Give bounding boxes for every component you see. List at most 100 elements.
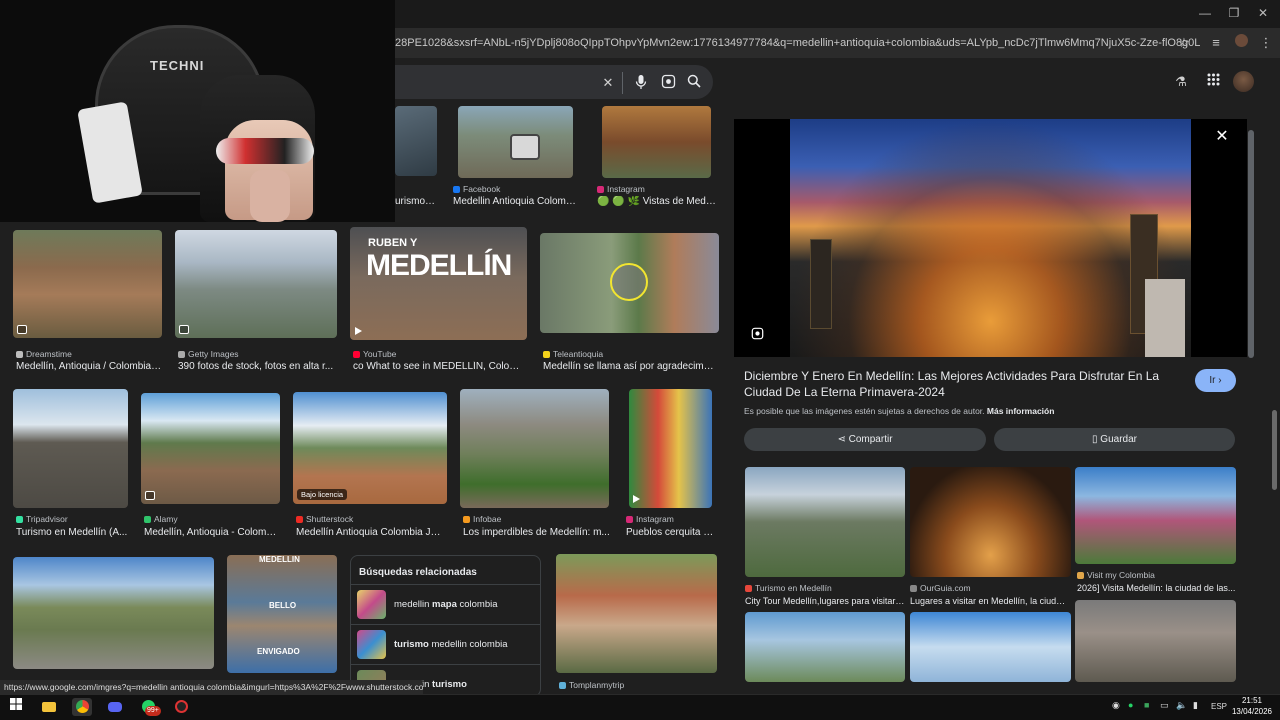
result-image[interactable]	[13, 389, 128, 508]
divider	[622, 72, 623, 94]
close-window-button[interactable]: ✕	[1248, 4, 1278, 22]
lens-icon[interactable]	[748, 327, 766, 345]
mic-icon[interactable]	[632, 74, 650, 92]
result-title[interactable]: Medellín, Antioquia / Colombia ...	[16, 361, 162, 372]
result-image[interactable]	[395, 106, 437, 176]
related-thumb	[357, 590, 386, 619]
apps-icon[interactable]	[1204, 73, 1222, 91]
minimize-button[interactable]: —	[1190, 4, 1220, 22]
result-image[interactable]	[460, 389, 609, 508]
share-button[interactable]: ⋖ Compartir	[744, 428, 986, 451]
site-icon	[1077, 572, 1084, 579]
result-title[interactable]: 390 fotos de stock, fotos en alta r...	[178, 361, 334, 372]
save-button[interactable]: ▯ Guardar	[994, 428, 1235, 451]
close-icon[interactable]: ✕	[1212, 127, 1232, 147]
related-image[interactable]	[910, 467, 1071, 577]
language-indicator[interactable]: ESP	[1211, 702, 1227, 711]
share-icon: ⋖	[837, 434, 849, 445]
search-icon[interactable]	[685, 74, 703, 92]
result-image[interactable]: Bajo licencia	[293, 392, 447, 504]
clock-date: 13/04/2026	[1231, 707, 1273, 716]
related-image[interactable]	[745, 612, 905, 682]
chrome-icon[interactable]	[72, 698, 92, 716]
result-title[interactable]: Pueblos cerquita a...	[626, 527, 714, 538]
related-image[interactable]	[1075, 600, 1236, 682]
result-image[interactable]	[602, 106, 711, 178]
tray-volume-icon[interactable]: 🔈	[1176, 700, 1187, 711]
lens-icon[interactable]	[659, 74, 677, 92]
related-item[interactable]: turismo medellin colombia	[351, 624, 540, 664]
result-title[interactable]: Los imperdibles de Medellín: m...	[463, 527, 611, 538]
notification-badge: 99+	[145, 706, 161, 716]
related-title[interactable]: 2026] Visita Medellín: la ciudad de las.…	[1077, 583, 1237, 593]
result-image[interactable]	[556, 554, 717, 673]
chair-logo-text: TECHNI	[150, 58, 205, 73]
related-image[interactable]	[910, 612, 1071, 682]
account-avatar[interactable]	[1233, 71, 1254, 92]
related-label: turismo medellin colombia	[394, 639, 508, 650]
menu-kebab-icon[interactable]: ⋮	[1256, 33, 1276, 53]
result-image[interactable]	[540, 233, 719, 333]
sunglasses	[216, 138, 314, 164]
related-image[interactable]	[1075, 467, 1236, 564]
result-image[interactable]: RUBEN Y MEDELLÍN	[350, 227, 527, 340]
app-icon[interactable]	[171, 698, 191, 716]
result-image[interactable]	[458, 106, 573, 178]
related-item[interactable]: medellin mapa colombia	[351, 584, 540, 624]
result-image[interactable]: MEDELLIN BELLO ENVIGADO	[227, 555, 337, 673]
media-icon[interactable]: ≡	[1206, 33, 1226, 53]
site-icon	[910, 585, 917, 592]
result-title[interactable]: 🟢 🟢 🌿 Vistas de Medell...	[597, 196, 717, 207]
address-bar[interactable]: 28PE1028&sxsrf=ANbL-n5jYDplj808oQIppTOhp…	[395, 31, 1200, 55]
profile-avatar[interactable]	[1231, 33, 1251, 53]
page-scrollbar[interactable]	[1272, 410, 1277, 490]
related-searches: Búsquedas relacionadas medellin mapa col…	[350, 555, 541, 697]
tray-network-icon[interactable]: ▭	[1160, 700, 1169, 711]
tray-nvidia-icon[interactable]: ■	[1144, 700, 1149, 710]
video-overlay-title: MEDELLÍN	[366, 249, 512, 282]
shutterstock-icon	[296, 516, 303, 523]
result-title[interactable]: urismo -...	[395, 196, 437, 207]
related-label: medellin mapa colombia	[394, 599, 498, 610]
tray-whatsapp-icon[interactable]: ●	[1128, 700, 1133, 710]
discord-icon[interactable]	[105, 698, 125, 716]
result-image[interactable]	[13, 557, 214, 669]
result-image[interactable]	[629, 389, 712, 508]
more-info-link[interactable]: Más información	[987, 406, 1055, 416]
result-image[interactable]	[141, 393, 280, 504]
copyright-note: Es posible que las imágenes estén sujeta…	[744, 406, 1055, 416]
result-title[interactable]: Medellín se llama así por agradecimie...	[543, 361, 715, 372]
related-title[interactable]: City Tour Medellín,lugares para visitar …	[745, 596, 905, 606]
result-image[interactable]	[13, 230, 162, 338]
result-title[interactable]: Medellín, Antioquia - Colomb...	[144, 527, 280, 538]
clock-time: 21:51	[1241, 696, 1263, 705]
tray-mic-icon[interactable]: ▮	[1193, 700, 1198, 711]
file-explorer-icon[interactable]	[39, 698, 59, 716]
result-title[interactable]: Medellín Antioquia Colombia Jul...	[296, 527, 446, 538]
start-button[interactable]	[6, 698, 26, 716]
clock[interactable]: 21:51 13/04/2026	[1228, 695, 1276, 717]
result-title[interactable]: Turismo en Medellín (A...	[16, 527, 128, 538]
license-badge: Bajo licencia	[297, 489, 348, 500]
map-label: BELLO	[269, 601, 297, 610]
instagram-icon	[597, 186, 604, 193]
bookmark-star-icon[interactable]: ☆	[1174, 33, 1194, 53]
tomplanmytrip-icon	[559, 682, 566, 689]
panel-scrollbar[interactable]	[1248, 130, 1254, 358]
restore-button[interactable]: ❐	[1219, 4, 1249, 22]
result-source: Infobae	[463, 514, 611, 524]
visit-button[interactable]: Ir ›	[1195, 369, 1236, 392]
preview-image[interactable]	[790, 119, 1191, 357]
result-source: Getty Images	[178, 349, 338, 359]
preview-title[interactable]: Diciembre Y Enero En Medellín: Las Mejor…	[744, 368, 1174, 400]
related-title[interactable]: Lugares a visitar en Medellín, la ciudad…	[910, 596, 1070, 606]
result-title[interactable]: co What to see in MEDELLÍN, Colomb...	[353, 361, 525, 372]
clear-icon[interactable]: ✕	[599, 74, 617, 92]
related-source: OurGuia.com	[910, 583, 1070, 593]
tray-app-icon[interactable]: ◉	[1112, 700, 1120, 711]
related-image[interactable]	[745, 467, 905, 577]
result-image[interactable]	[175, 230, 337, 338]
labs-icon[interactable]: ⚗	[1172, 73, 1190, 91]
play-icon	[355, 327, 362, 335]
result-title[interactable]: Medellin Antioquia Colomb...	[453, 196, 578, 207]
